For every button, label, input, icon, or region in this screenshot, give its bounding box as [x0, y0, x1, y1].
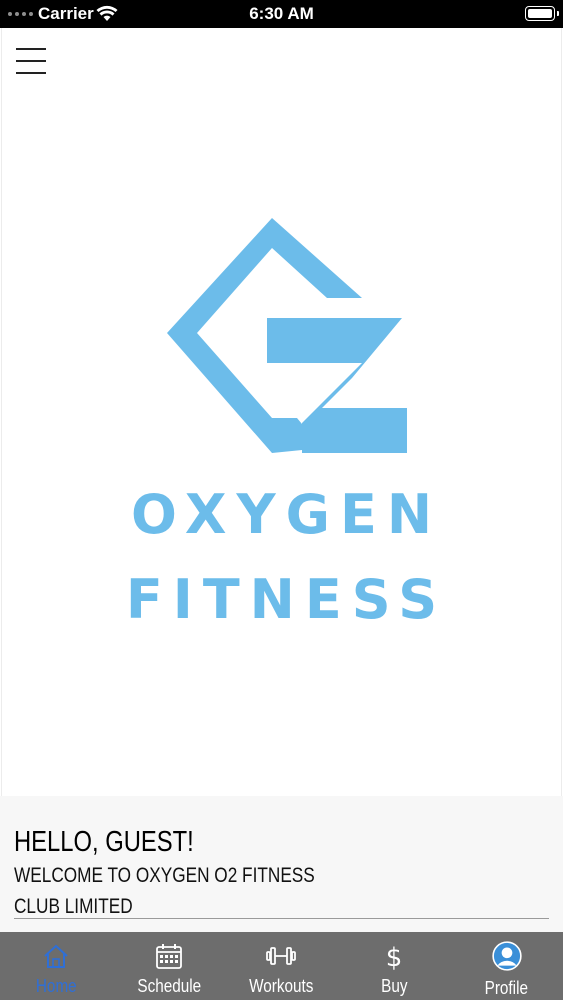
greeting-subtitle-line2: CLUB LIMITED	[14, 895, 133, 918]
greeting-divider	[14, 918, 549, 919]
status-bar: Carrier 6:30 AM	[0, 0, 563, 28]
brand-name-oxygen: OXYGEN	[130, 483, 443, 546]
tab-profile[interactable]: Profile	[450, 932, 563, 1000]
brand-name-fitness: FITNESS	[125, 568, 448, 631]
tab-buy-label: Buy	[380, 976, 408, 996]
dumbbell-icon	[266, 947, 297, 965]
tab-buy[interactable]: $ Buy	[338, 932, 451, 1000]
hamburger-menu-button[interactable]	[16, 46, 48, 76]
oxygen-fitness-logo	[167, 218, 407, 453]
profile-icon	[492, 941, 522, 971]
tab-workouts[interactable]: Workouts	[225, 932, 338, 1000]
tab-workouts-label: Workouts	[249, 976, 314, 996]
greeting-panel: HELLO, GUEST! WELCOME TO OXYGEN O2 FITNE…	[0, 796, 563, 932]
status-time: 6:30 AM	[249, 4, 314, 23]
tab-profile-label: Profile	[484, 978, 529, 998]
greeting-title: HELLO, GUEST!	[14, 826, 194, 858]
dollar-icon: $	[386, 943, 403, 970]
tab-schedule[interactable]: Schedule	[113, 932, 226, 1000]
home-content: OXYGEN FITNESS	[1, 28, 562, 796]
tab-home-label: Home	[35, 976, 77, 996]
greeting-subtitle-line1: WELCOME TO OXYGEN O2 FITNESS	[14, 864, 315, 887]
tab-schedule-label: Schedule	[136, 976, 201, 996]
battery-icon	[525, 6, 559, 21]
home-icon	[44, 944, 68, 968]
app-screen: Carrier 6:30 AM OXYGEN FITNESS HELLO, GU…	[0, 0, 563, 1000]
calendar-icon	[155, 944, 182, 969]
svg-text:$: $	[386, 943, 403, 970]
tab-home[interactable]: Home	[0, 932, 113, 1000]
tab-bar: Home Schedule Workouts $ Buy Profile	[0, 932, 563, 1000]
